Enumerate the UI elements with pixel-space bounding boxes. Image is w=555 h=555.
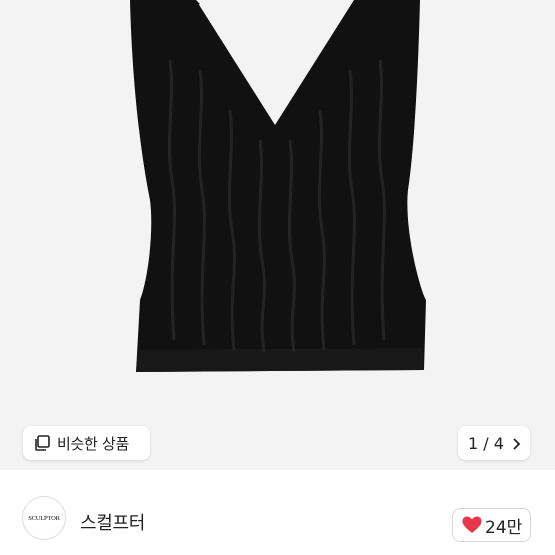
chevron-right-icon: [512, 436, 522, 450]
shop-name[interactable]: 스컬프터: [80, 509, 145, 535]
similar-products-label: 비슷한 상품: [57, 434, 129, 453]
shop-avatar[interactable]: SCULPTOR: [22, 496, 66, 540]
image-pager-counter: 1 / 4: [468, 433, 504, 453]
shop-info-row: SCULPTOR 스컬프터 24만: [0, 470, 555, 555]
product-photo: [130, 0, 426, 372]
copy-icon: [33, 434, 51, 452]
heart-icon: [462, 516, 482, 534]
product-image-area[interactable]: 비슷한 상품 1 / 4: [0, 0, 555, 470]
like-count: 24만: [485, 517, 523, 538]
image-pager[interactable]: 1 / 4: [458, 426, 530, 460]
similar-products-button[interactable]: 비슷한 상품: [23, 426, 150, 460]
like-button[interactable]: 24만: [452, 508, 531, 542]
shop-logo-text: SCULPTOR: [28, 514, 60, 522]
